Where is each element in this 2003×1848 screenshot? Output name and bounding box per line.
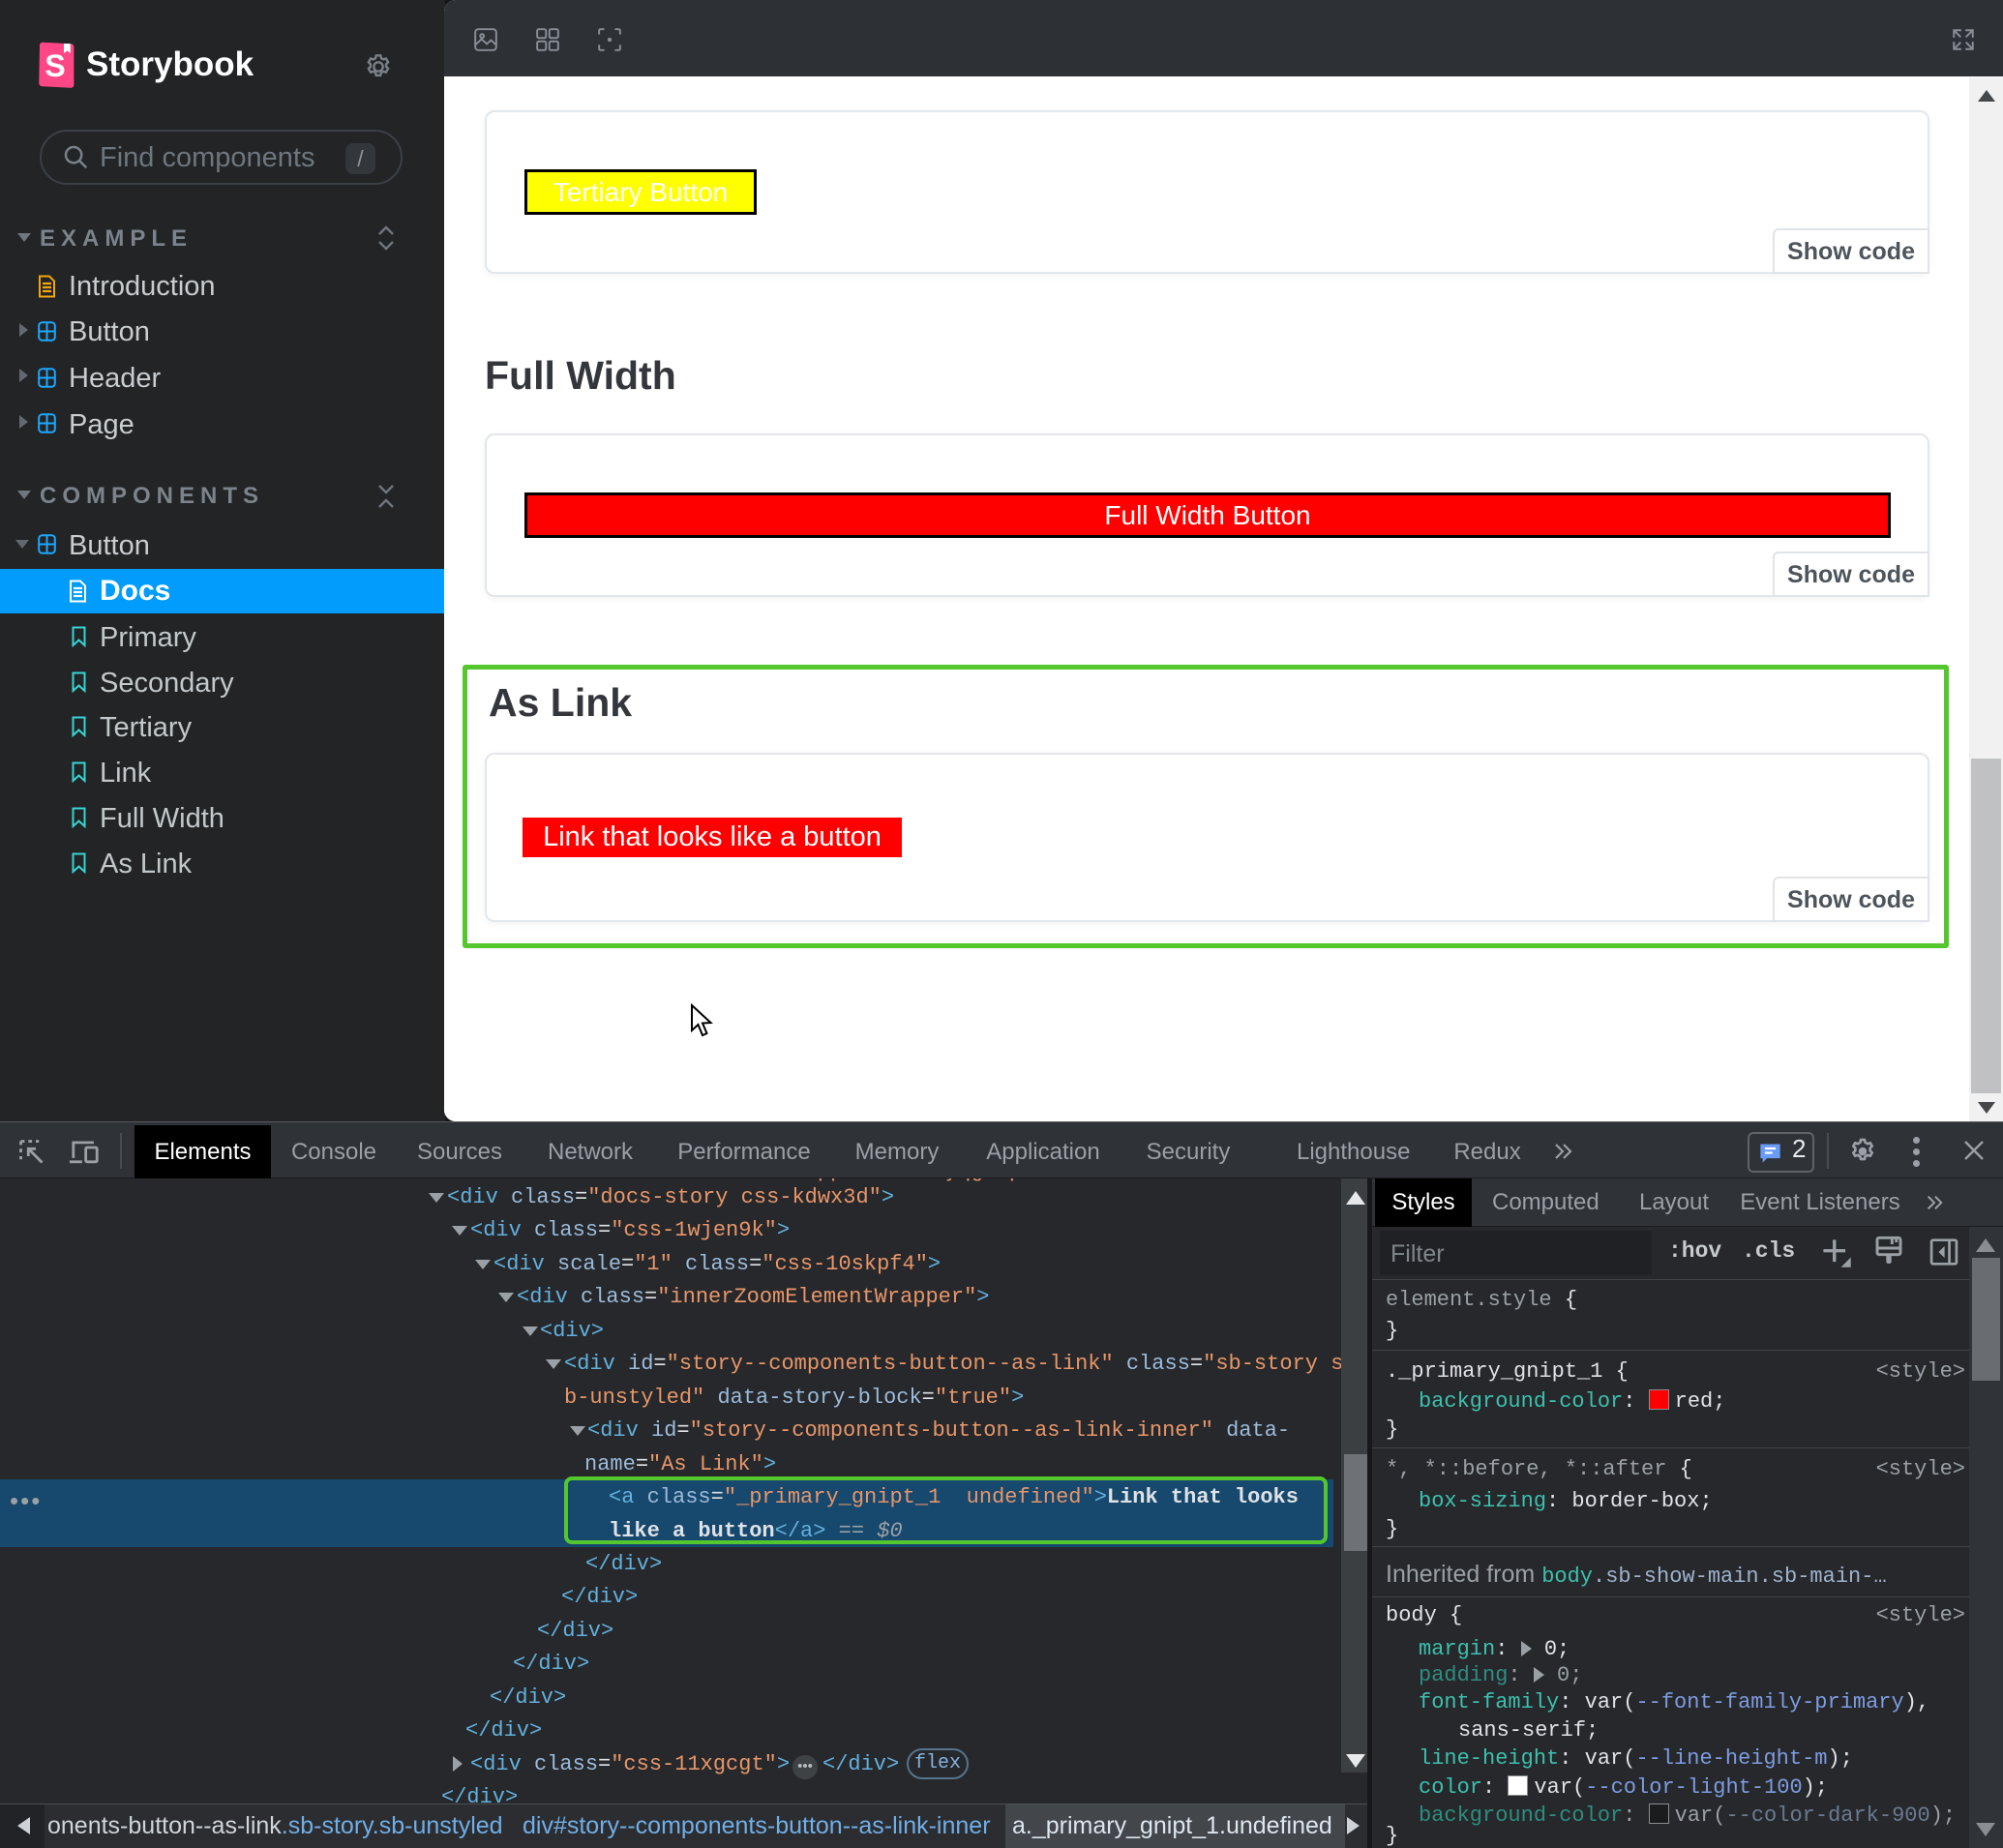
svg-text:S: S — [45, 48, 65, 83]
